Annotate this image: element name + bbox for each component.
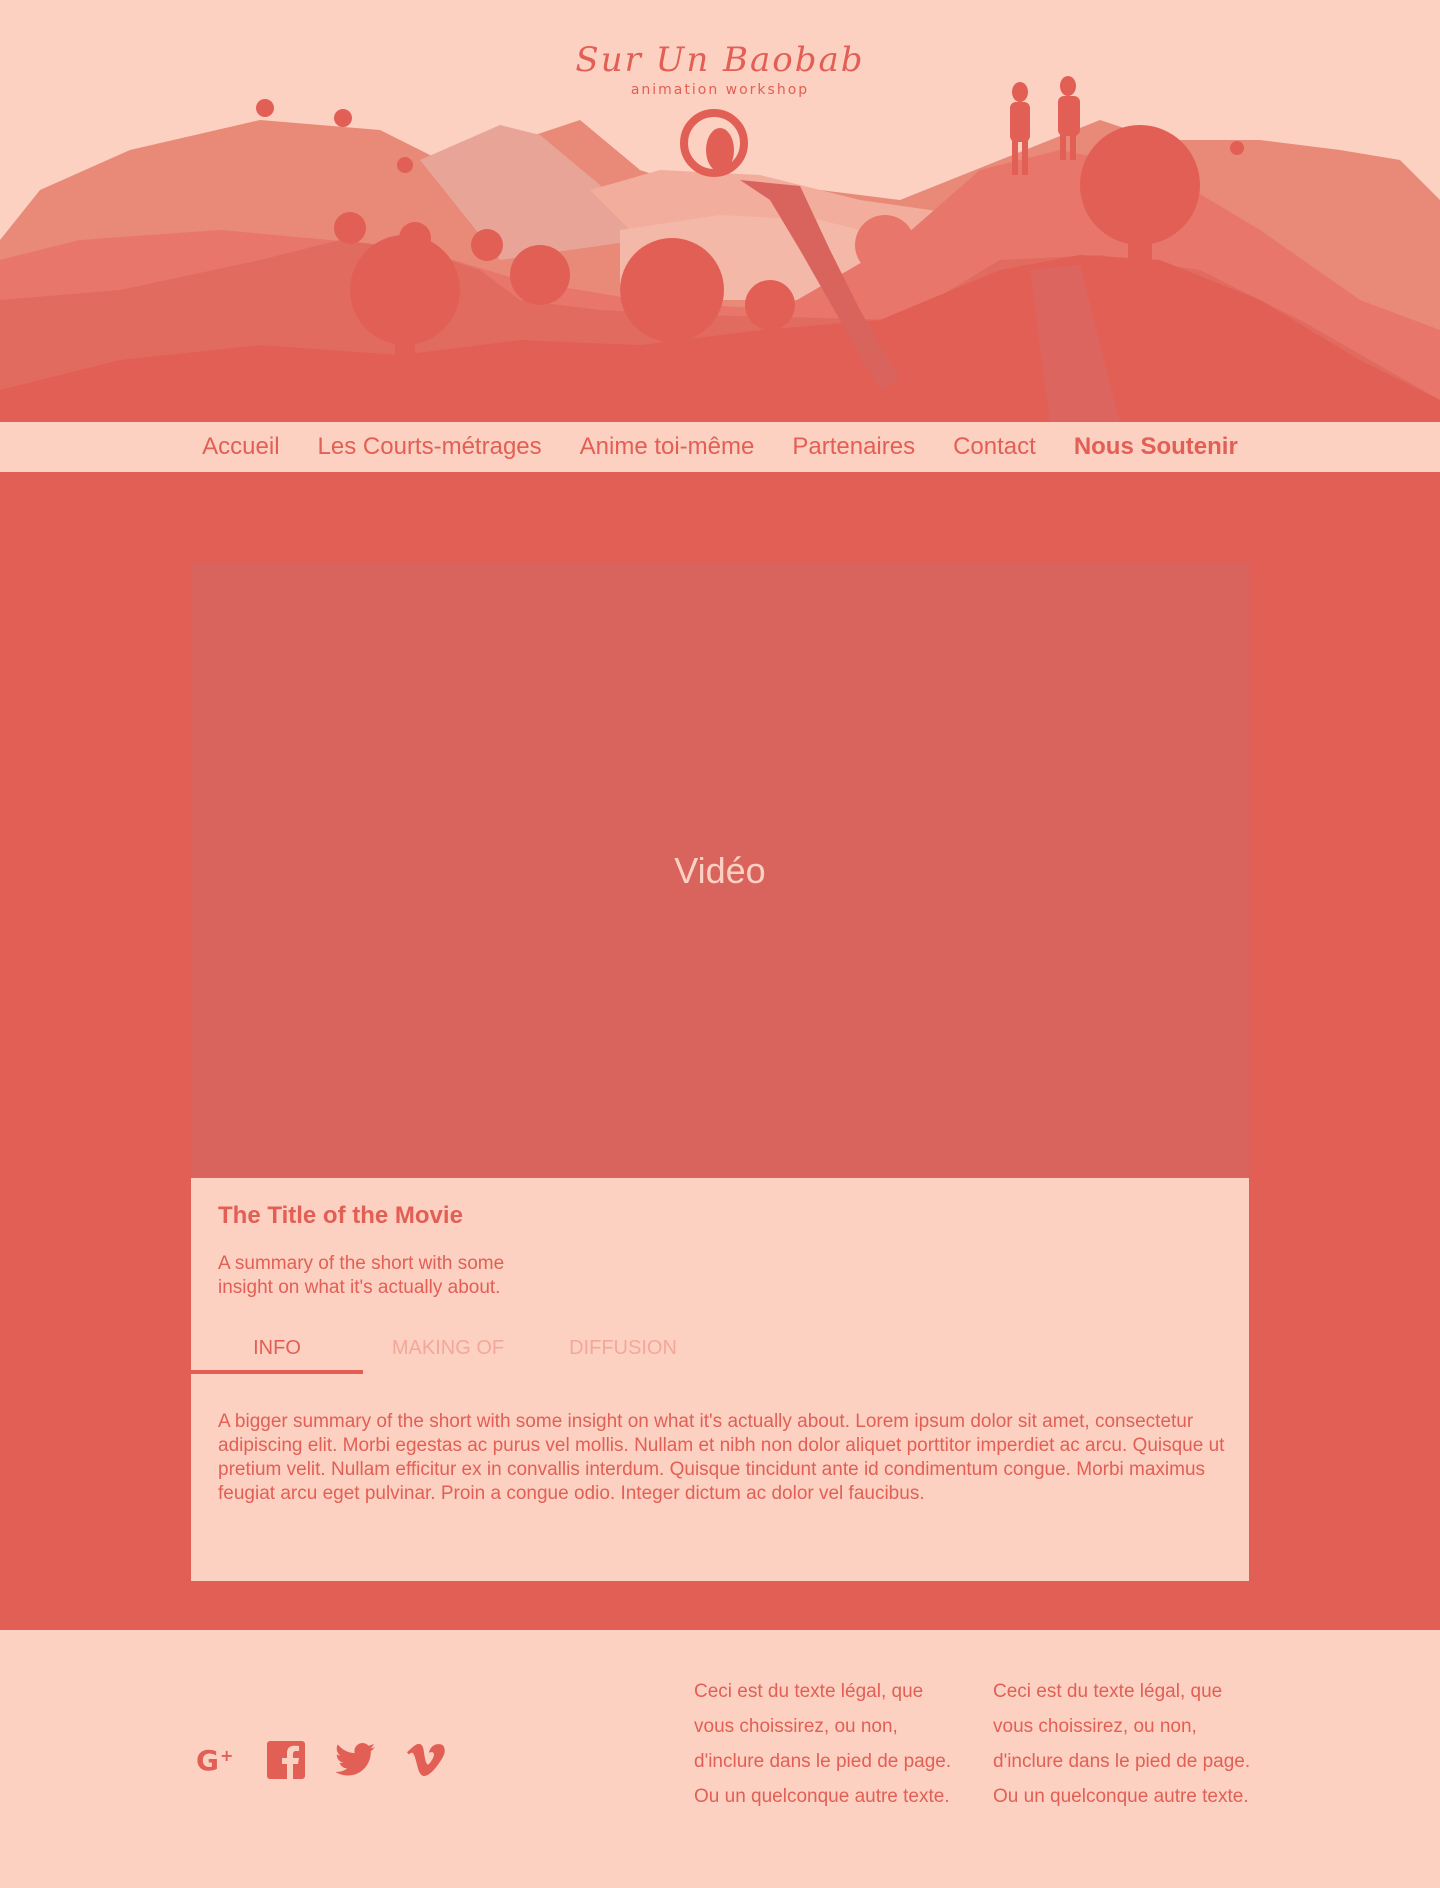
movie-summary: A summary of the short with some insight… [218, 1253, 505, 1298]
social-links: G + [196, 1740, 446, 1780]
nav-anime-toi-meme[interactable]: Anime toi-même [580, 433, 755, 461]
footer: G + Ceci est du texte légal, que vous ch… [0, 1630, 1440, 1888]
tab-diffusion[interactable]: DIFFUSION [533, 1326, 713, 1370]
tab-info[interactable]: INFO [191, 1326, 363, 1374]
movie-card: The Title of the Movie A summary of the … [191, 1178, 1249, 1581]
video-label: Vidéo [674, 850, 766, 891]
tab-making-of[interactable]: MAKING OF [363, 1326, 533, 1370]
movie-tabs: INFO MAKING OF DIFFUSION [191, 1326, 713, 1374]
main-nav: Accueil Les Courts-métrages Anime toi-mê… [0, 422, 1440, 472]
facebook-icon[interactable] [266, 1740, 306, 1780]
google-plus-icon[interactable]: G + [196, 1740, 236, 1780]
brand-subtitle: animation workshop [630, 82, 810, 98]
movie-title: The Title of the Movie [218, 1202, 463, 1229]
hero-banner: Sur Un Baobab animation workshop [0, 0, 1440, 422]
legal-text-2: Ceci est du texte légal, que vous choiss… [993, 1681, 1251, 1807]
movie-long-summary: A bigger summary of the short with some … [218, 1411, 1225, 1504]
video-player[interactable]: Vidéo [191, 564, 1249, 1178]
legal-text-1: Ceci est du texte légal, que vous choiss… [694, 1681, 952, 1807]
svg-text:+: + [220, 1746, 233, 1765]
twitter-icon[interactable] [336, 1740, 376, 1780]
svg-text:G: G [196, 1745, 219, 1775]
nav-contact[interactable]: Contact [953, 433, 1036, 461]
nav-courts-metrages[interactable]: Les Courts-métrages [318, 433, 542, 461]
vimeo-icon[interactable] [406, 1740, 446, 1780]
brand-title: Sur Un Baobab [575, 40, 865, 80]
brand[interactable]: Sur Un Baobab animation workshop [0, 40, 1440, 98]
nav-accueil[interactable]: Accueil [202, 433, 279, 461]
nav-nous-soutenir[interactable]: Nous Soutenir [1074, 433, 1238, 461]
nav-partenaires[interactable]: Partenaires [792, 433, 915, 461]
